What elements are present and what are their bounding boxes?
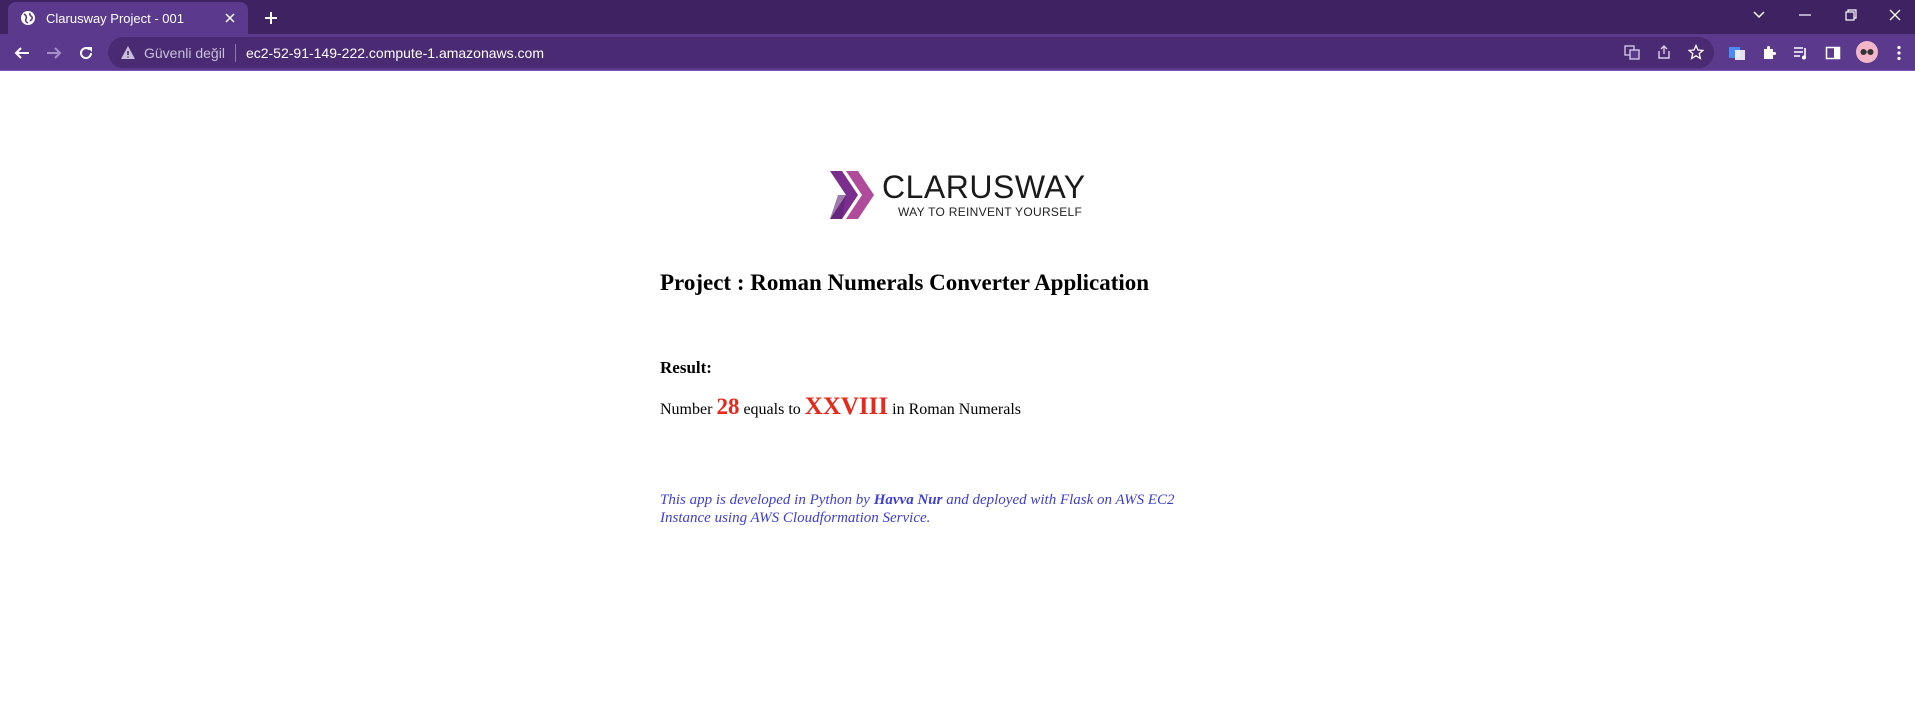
result-roman: XXVIII	[804, 393, 889, 420]
bookmark-star-icon[interactable]	[1685, 41, 1707, 63]
logo-chevron-icon	[830, 171, 874, 219]
footer-note: This app is developed in Python by Havva…	[660, 491, 1220, 527]
omnibox-divider	[234, 43, 236, 62]
security-label[interactable]: Güvenli değil	[144, 45, 225, 61]
media-playlist-icon[interactable]	[1788, 40, 1814, 66]
result-number: 28	[716, 394, 740, 419]
result-prefix: Number	[660, 401, 713, 418]
result-suffix: in Roman Numerals	[892, 401, 1021, 418]
close-window-icon[interactable]	[1872, 0, 1915, 30]
logo-wordmark: CLARUSWAY	[882, 169, 1086, 205]
warning-icon[interactable]	[120, 45, 136, 61]
back-icon[interactable]	[9, 40, 35, 66]
share-icon[interactable]	[1653, 41, 1675, 63]
page-content: CLARUSWAY WAY TO REINVENT YOURSELF Proje…	[0, 71, 1915, 712]
url-text[interactable]: ec2-52-91-149-222.compute-1.amazonaws.co…	[246, 45, 544, 61]
restore-icon[interactable]	[1828, 0, 1874, 30]
tab-title: Clarusway Project - 001	[46, 10, 184, 26]
result-sentence: Number 28 equals to XXVIII in Roman Nume…	[660, 393, 1021, 421]
footer-part1: This app is developed in Python by	[660, 492, 870, 508]
new-tab-button[interactable]	[258, 5, 284, 31]
tab-search-icon[interactable]	[1736, 0, 1782, 30]
tab-strip: Clarusway Project - 001	[0, 0, 1915, 34]
minimize-icon[interactable]	[1782, 0, 1828, 30]
logo-tagline: WAY TO REINVENT YOURSELF	[898, 205, 1083, 219]
reload-icon[interactable]	[73, 40, 99, 66]
page-title: Project : Roman Numerals Converter Appli…	[660, 270, 1150, 295]
browser-toolbar: Güvenli değil ec2-52-91-149-222.compute-…	[0, 34, 1915, 71]
translate-icon[interactable]	[1621, 41, 1643, 63]
address-bar[interactable]: Güvenli değil ec2-52-91-149-222.compute-…	[108, 37, 1714, 68]
extension-translate-icon[interactable]	[1724, 40, 1750, 66]
extensions-puzzle-icon[interactable]	[1756, 40, 1782, 66]
close-tab-icon[interactable]	[220, 8, 240, 28]
menu-kebab-icon[interactable]	[1886, 40, 1912, 66]
browser-chrome: Clarusway Project - 001 Güvenli değil ec…	[0, 0, 1915, 71]
result-label: Result:	[660, 358, 712, 377]
clarusway-logo: CLARUSWAY WAY TO REINVENT YOURSELF	[828, 167, 1093, 223]
result-middle: equals to	[743, 401, 801, 418]
forward-icon[interactable]	[41, 40, 67, 66]
browser-tab[interactable]: Clarusway Project - 001	[8, 2, 248, 34]
globe-icon	[21, 11, 35, 25]
footer-author: Havva Nur	[873, 492, 943, 508]
side-panel-icon[interactable]	[1820, 40, 1846, 66]
profile-avatar[interactable]	[1856, 41, 1878, 63]
